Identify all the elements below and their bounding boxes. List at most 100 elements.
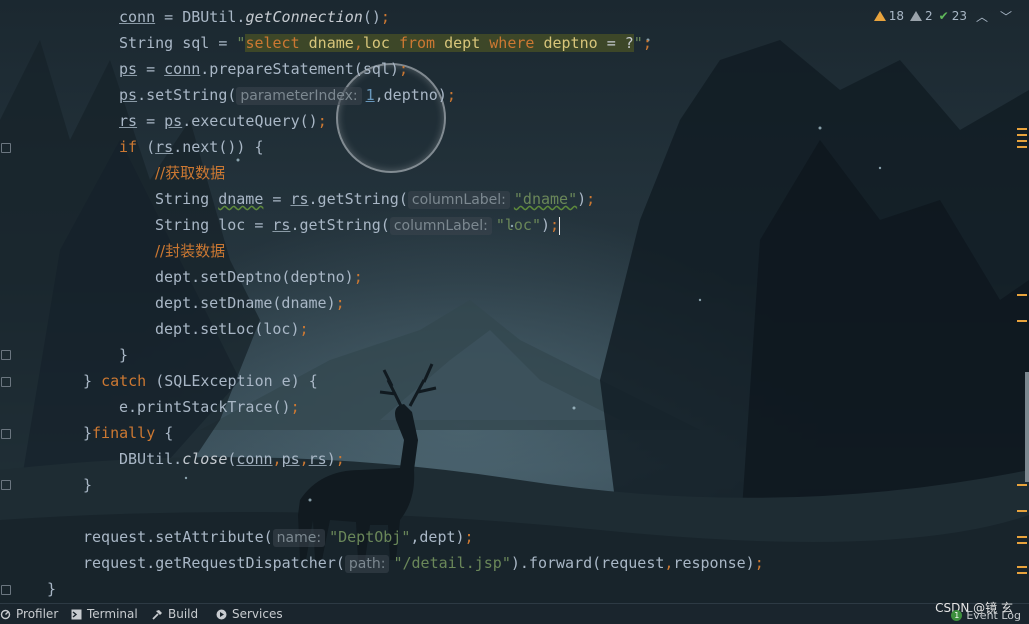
token: dept.setLoc(loc) xyxy=(155,320,300,338)
terminal-tab[interactable]: Terminal xyxy=(71,607,138,621)
code-line[interactable]: String dname = rs.getString(columnLabel:… xyxy=(155,186,595,212)
token: dept.setDname(dname) xyxy=(155,294,336,312)
build-tab[interactable]: Build xyxy=(152,607,198,621)
fold-marker-icon[interactable] xyxy=(1,350,11,360)
token: .executeQuery() xyxy=(182,112,318,130)
parameter-hint: parameterIndex: xyxy=(236,87,362,105)
fold-marker-icon[interactable] xyxy=(1,585,11,595)
typos-indicator[interactable]: ✔ 23 xyxy=(939,9,967,23)
next-highlight-icon[interactable]: ﹀ xyxy=(997,8,1015,25)
code-line[interactable]: dept.setDeptno(deptno); xyxy=(155,264,363,290)
typos-count: 23 xyxy=(951,9,967,23)
stripe-marker[interactable] xyxy=(1017,128,1027,130)
parameter-hint: name: xyxy=(272,529,326,547)
event-log-button[interactable]: 1 Event Log xyxy=(951,609,1021,622)
code-line[interactable]: } xyxy=(119,342,128,368)
stripe-marker[interactable] xyxy=(1017,536,1027,538)
code-line[interactable]: } catch (SQLException e) { xyxy=(83,368,318,394)
terminal-label: Terminal xyxy=(87,607,138,621)
editor-gutter xyxy=(0,0,12,603)
token: ) xyxy=(577,190,587,208)
stripe-marker[interactable] xyxy=(1017,294,1027,296)
code-line[interactable]: String sql = " select dname,loc from dept… xyxy=(119,30,652,56)
token: loc xyxy=(362,34,399,52)
token: ; xyxy=(290,398,300,416)
weak-warnings-indicator[interactable]: 2 xyxy=(909,9,933,23)
code-line[interactable]: rs = ps.executeQuery(); xyxy=(119,108,327,134)
inspection-widget[interactable]: 18 2 ✔ 23 ︿ ﹀ xyxy=(873,6,1015,26)
fold-marker-icon[interactable] xyxy=(1,377,11,387)
token: finally xyxy=(92,424,156,442)
token: String xyxy=(155,190,219,208)
stripe-marker[interactable] xyxy=(1017,134,1027,136)
scrollbar-thumb[interactable] xyxy=(1025,372,1029,482)
stripe-marker[interactable] xyxy=(1017,484,1027,486)
code-line[interactable]: request.setAttribute(name: "DeptObj",dept… xyxy=(83,524,474,550)
code-line[interactable]: ps.setString(parameterIndex: 1,deptno); xyxy=(119,82,456,108)
fold-marker-icon[interactable] xyxy=(1,480,11,490)
token: from xyxy=(398,34,445,52)
token: dname xyxy=(218,190,264,208)
code-line[interactable]: ps = conn.prepareStatement(sql); xyxy=(119,56,408,82)
warnings-count: 18 xyxy=(888,9,904,23)
token: , xyxy=(299,450,309,468)
token: { xyxy=(155,424,174,442)
stripe-marker[interactable] xyxy=(1017,566,1027,568)
stripe-marker[interactable] xyxy=(1017,542,1027,544)
code-line[interactable]: //获取数据 xyxy=(155,160,225,186)
code-line[interactable]: }finally { xyxy=(83,420,173,446)
previous-highlight-icon[interactable]: ︿ xyxy=(973,8,991,25)
token: request.setAttribute( xyxy=(83,528,273,546)
tool-window-bar: Profiler Terminal Build Services CSDN @镜… xyxy=(0,601,1029,624)
weak-warning-icon xyxy=(909,11,922,21)
code-line[interactable]: String loc = rs.getString(columnLabel: "l… xyxy=(155,212,561,238)
profiler-label: Profiler xyxy=(16,607,59,621)
warnings-indicator[interactable]: 18 xyxy=(873,9,904,23)
token: ) xyxy=(541,216,551,234)
token: request.getRequestDispatcher( xyxy=(83,554,345,572)
token: .next()) { xyxy=(173,138,264,156)
token: ; xyxy=(550,216,560,234)
token: 1 xyxy=(365,86,375,104)
token: ; xyxy=(754,554,764,572)
token: ; xyxy=(464,528,474,546)
stripe-marker[interactable] xyxy=(1017,572,1027,574)
code-line[interactable]: } xyxy=(47,576,56,602)
stripe-marker[interactable] xyxy=(1017,146,1027,148)
code-line[interactable]: request.getRequestDispatcher(path: "/deta… xyxy=(83,550,764,576)
token: "loc" xyxy=(495,216,541,234)
token: ,deptno) xyxy=(374,86,447,104)
code-line[interactable]: //封装数据 xyxy=(155,238,225,264)
token: ps xyxy=(164,112,183,130)
token: " xyxy=(633,34,643,52)
code-line[interactable]: dept.setLoc(loc); xyxy=(155,316,309,342)
stripe-marker[interactable] xyxy=(1017,140,1027,142)
token: } xyxy=(83,424,93,442)
stripe-marker[interactable] xyxy=(1017,320,1027,322)
token: ( xyxy=(137,138,156,156)
token: getConnection xyxy=(245,8,363,26)
token: rs xyxy=(155,138,174,156)
code-line[interactable]: conn = DBUtil.getConnection(); xyxy=(119,4,390,30)
token: = xyxy=(263,190,291,208)
code-line[interactable]: e.printStackTrace(); xyxy=(119,394,300,420)
fold-marker-icon[interactable] xyxy=(1,143,11,153)
token: ; xyxy=(317,112,327,130)
error-stripe[interactable] xyxy=(1015,0,1029,603)
code-line[interactable]: DBUtil.close(conn,ps,rs); xyxy=(119,446,345,472)
code-line[interactable]: dept.setDname(dname); xyxy=(155,290,345,316)
fold-marker-icon[interactable] xyxy=(1,429,11,439)
token: ps xyxy=(281,450,300,468)
code-line[interactable]: } xyxy=(83,472,92,498)
profiler-tab[interactable]: Profiler xyxy=(0,607,58,621)
token: } xyxy=(83,476,93,494)
token: , xyxy=(272,450,282,468)
token: ; xyxy=(335,450,345,468)
code-line[interactable]: if (rs.next()) { xyxy=(119,134,264,160)
stripe-marker[interactable] xyxy=(1017,510,1027,512)
services-tab[interactable]: Services xyxy=(216,607,283,621)
code-editor[interactable]: conn = DBUtil.getConnection(); String sq… xyxy=(0,0,1029,603)
token: ; xyxy=(380,8,390,26)
token: close xyxy=(182,450,228,468)
token: ; xyxy=(335,294,345,312)
